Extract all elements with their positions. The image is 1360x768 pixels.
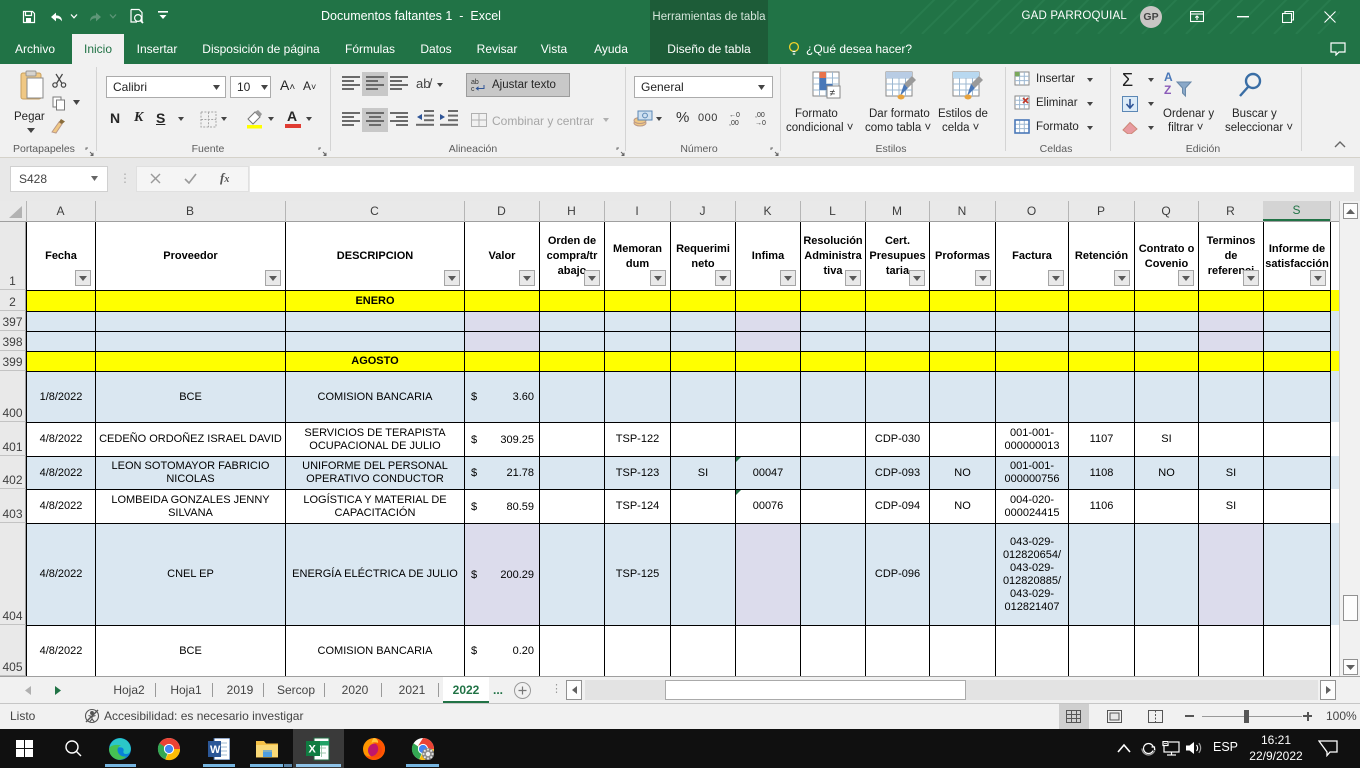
- svg-text:X: X: [309, 744, 317, 756]
- svg-text:W: W: [210, 744, 221, 756]
- svg-text:,00: ,00: [755, 112, 765, 119]
- svg-text:Z: Z: [1164, 83, 1171, 97]
- svg-text:→0: →0: [755, 120, 766, 126]
- svg-text:c: c: [471, 86, 475, 93]
- svg-text:←0: ←0: [729, 112, 740, 119]
- svg-text:A: A: [1164, 70, 1173, 84]
- svg-text:ab: ab: [471, 79, 479, 86]
- svg-text:≠: ≠: [830, 88, 836, 99]
- svg-text:,00: ,00: [729, 120, 739, 126]
